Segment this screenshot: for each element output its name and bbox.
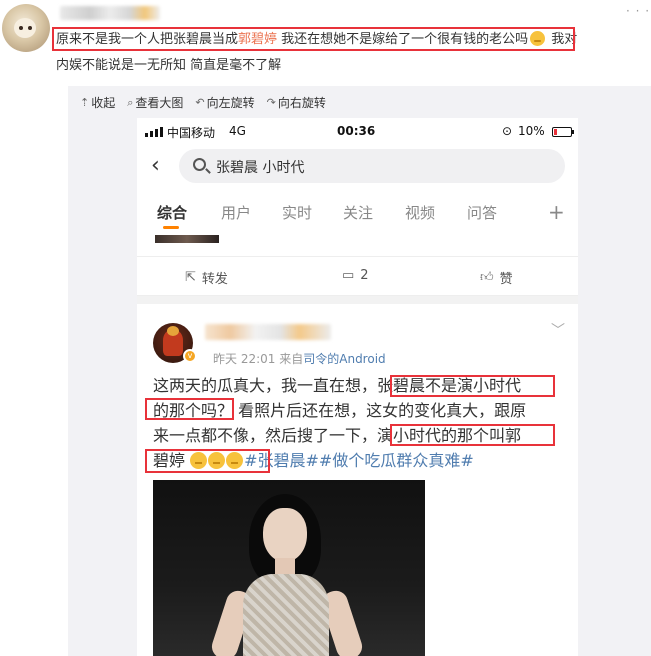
network-label: 4G (229, 124, 246, 138)
avatar-eye-left (19, 26, 23, 30)
view-large-button[interactable]: ⌕ 查看大图 (127, 94, 183, 111)
carrier-label: 中国移动 (167, 126, 216, 140)
repost-label: 转发 (201, 272, 228, 287)
highlight-box (390, 424, 555, 446)
comment-icon: ▭ (342, 268, 355, 283)
highlight-box (390, 375, 555, 397)
battery-percent: 10% (518, 124, 545, 138)
verified-badge-icon: v (183, 349, 197, 363)
post-meta: 昨天 22:01 来自司令的Android (213, 350, 386, 367)
tab-qa[interactable]: 问答 (467, 202, 497, 223)
repost-button[interactable]: ⇱ 转发 (185, 268, 228, 287)
tab-realtime[interactable]: 实时 (282, 202, 312, 223)
comment-count: 2 (360, 268, 369, 283)
image-toolbar: ⇡ 收起 ⌕ 查看大图 ↶ 向左旋转 ↷ 向右旋转 (80, 94, 326, 111)
post-time: 昨天 22:01 (213, 352, 276, 366)
plus-icon[interactable]: + (548, 200, 565, 224)
search-query: 张碧晨 小时代 (216, 160, 305, 176)
status-time: 00:36 (337, 124, 376, 138)
back-arrow-icon[interactable]: ‹ (151, 154, 160, 178)
like-button[interactable]: 👍︎ 赞 (480, 268, 513, 287)
result-tabs: 综合 用户 实时 关注 视频 问答 + (137, 200, 578, 230)
magnifier-icon: ⌕ (127, 95, 134, 109)
status-bar: 中国移动 4G 00:36 ⊙ 10% (137, 118, 578, 146)
comment-text-line2: 内娱不能说是一无所知 简直是毫不了解 (56, 58, 282, 73)
active-tab-indicator (163, 226, 179, 229)
post-photo[interactable] (153, 480, 425, 656)
avatar-eye-right (28, 26, 32, 30)
rotate-right-button[interactable]: ↷ 向右旋转 (267, 94, 326, 111)
highlight-box (145, 398, 234, 420)
rotate-right-label: 向右旋转 (277, 96, 326, 110)
rotate-right-icon: ↷ (266, 96, 276, 109)
more-options-icon[interactable]: · · · (626, 4, 650, 18)
phone-screenshot: 中国移动 4G 00:36 ⊙ 10% ‹ 张碧晨 小时代 综合 用户 实时 关… (137, 118, 578, 656)
rotate-left-button[interactable]: ↶ 向左旋转 (195, 94, 254, 111)
rotation-lock-icon: ⊙ (502, 124, 513, 138)
comment-button[interactable]: ▭ 2 (342, 268, 369, 283)
view-large-label: 查看大图 (135, 96, 184, 110)
collapse-icon: ⇡ (80, 96, 90, 109)
chevron-down-icon[interactable]: ﹀ (551, 320, 565, 340)
post-hashtags[interactable]: #张碧晨##做个吃瓜群众真难# (244, 451, 474, 470)
post-action-bar: ⇱ 转发 ▭ 2 👍︎ 赞 (137, 256, 578, 296)
photo-face (263, 508, 307, 562)
tab-video[interactable]: 视频 (405, 202, 435, 223)
tab-comprehensive[interactable]: 综合 (157, 202, 187, 223)
rotate-left-icon: ↶ (195, 96, 205, 109)
post-author-name-blurred[interactable] (205, 324, 331, 340)
previous-post-image-edge (155, 235, 219, 243)
collapse-label: 收起 (91, 96, 116, 110)
highlight-box (145, 449, 270, 473)
post-from: 来自 (279, 352, 304, 366)
highlight-box (52, 27, 575, 51)
search-input[interactable]: 张碧晨 小时代 (179, 149, 565, 183)
feed-divider (137, 296, 578, 304)
signal-icon (145, 127, 163, 137)
repost-icon: ⇱ (185, 270, 196, 285)
thumbs-up-icon: 👍︎ (480, 270, 494, 285)
photo-dress (243, 574, 329, 656)
collapse-button[interactable]: ⇡ 收起 (80, 94, 115, 111)
tab-following[interactable]: 关注 (343, 202, 373, 223)
avatar-head (167, 326, 179, 336)
battery-icon (552, 127, 574, 137)
avatar-face (14, 18, 36, 38)
like-label: 赞 (499, 272, 513, 287)
commenter-name-blurred[interactable] (60, 6, 160, 20)
rotate-left-label: 向左旋转 (206, 96, 255, 110)
tab-users[interactable]: 用户 (221, 202, 251, 223)
post-source-link[interactable]: 司令的Android (303, 352, 385, 366)
commenter-avatar[interactable] (2, 4, 50, 52)
search-icon (193, 158, 206, 171)
